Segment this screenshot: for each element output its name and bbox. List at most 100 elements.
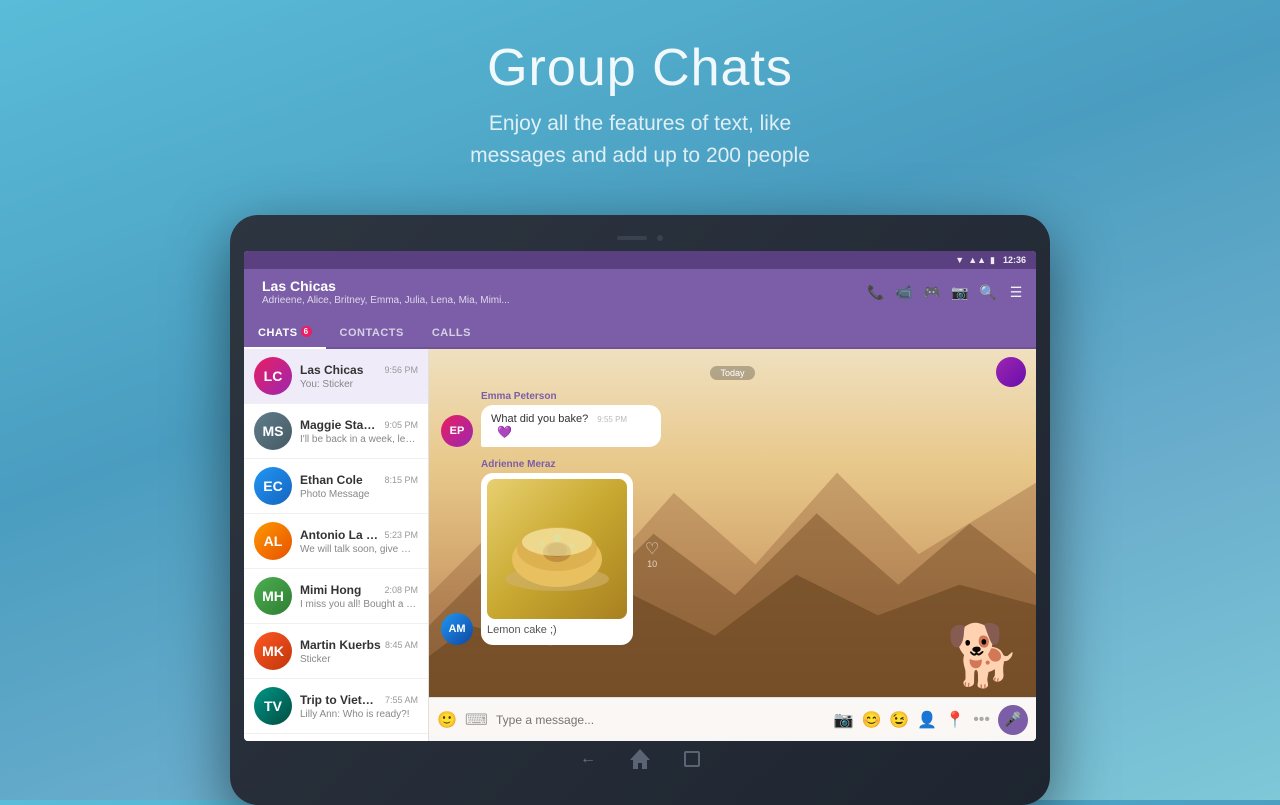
- like-counter: ♡ 10: [645, 539, 659, 645]
- game-icon[interactable]: 🎮: [922, 284, 942, 301]
- list-item[interactable]: MS Maggie Stanford 9:05 PM I'll be back …: [244, 404, 428, 459]
- list-item[interactable]: EC Ethan Cole 8:15 PM Photo Message: [244, 459, 428, 514]
- mic-button[interactable]: 🎤: [998, 705, 1028, 735]
- chat-members: Adrieene, Alice, Britney, Emma, Julia, L…: [262, 295, 858, 306]
- camera-icon[interactable]: 📷: [950, 284, 970, 301]
- avatar: LC: [254, 357, 292, 395]
- list-item[interactable]: MH Mimi Hong 2:08 PM I miss you all! Bou…: [244, 569, 428, 624]
- page-background: Group Chats Enjoy all the features of te…: [0, 0, 1280, 171]
- chat-info: Ethan Cole 8:15 PM Photo Message: [300, 473, 418, 500]
- video-icon[interactable]: 📹: [894, 284, 914, 301]
- chat-preview: Sticker: [300, 654, 418, 665]
- message-row: EP Emma Peterson What did you bake? 9:55…: [441, 391, 1024, 447]
- message-content: Adrienne Meraz: [481, 459, 633, 645]
- chat-header-info: Las Chicas Adrieene, Alice, Britney, Emm…: [254, 278, 866, 306]
- list-item[interactable]: MK Martin Kuerbs 8:45 AM Sticker: [244, 624, 428, 679]
- home-icon: [630, 749, 650, 769]
- chats-badge: 6: [301, 326, 312, 337]
- chat-name-label: Mimi Hong: [300, 583, 361, 597]
- tab-calls[interactable]: CALLS: [418, 321, 485, 347]
- list-item[interactable]: AL Antonio La Cava 5:23 PM We will talk …: [244, 514, 428, 569]
- tab-chats[interactable]: CHATS6: [244, 321, 326, 347]
- chat-preview: We will talk soon, give me 5 minutes.: [300, 544, 418, 555]
- emoji-icon[interactable]: 🙂: [437, 710, 457, 730]
- home-button[interactable]: [629, 748, 651, 770]
- chat-info: Trip to Vietnam 7:55 AM Lilly Ann: Who i…: [300, 693, 418, 720]
- chat-preview: I miss you all! Bought a ticket for next…: [300, 599, 418, 610]
- message-row: AM Adrienne Meraz: [441, 459, 1024, 645]
- chat-time: 8:45 AM: [385, 640, 418, 650]
- avatar: TV: [254, 687, 292, 725]
- message-time: 9:55 PM: [597, 415, 627, 424]
- app-header: Las Chicas Adrieene, Alice, Britney, Emm…: [244, 269, 1036, 315]
- message-avatar: AM: [441, 613, 473, 645]
- chat-name-label: Ethan Cole: [300, 473, 363, 487]
- chat-time: 9:56 PM: [384, 365, 418, 375]
- phone-icon[interactable]: 📞: [866, 284, 886, 301]
- page-header: Group Chats Enjoy all the features of te…: [0, 0, 1280, 171]
- chat-preview: Photo Message: [300, 489, 418, 500]
- today-badge: Today: [441, 363, 1024, 381]
- tablet-outer: ▼ ▲▲ ▮ 12:36 Las Chicas Adrieene, Alice,…: [230, 215, 1050, 805]
- image-caption: Lemon cake ;): [487, 619, 627, 639]
- chat-name-label: Maggie Stanford: [300, 418, 380, 432]
- tablet-bottom-nav: ←: [244, 741, 1036, 777]
- wink-icon[interactable]: 😉: [889, 710, 909, 730]
- recents-button[interactable]: [681, 748, 703, 770]
- list-item[interactable]: LC Las Chicas 9:56 PM You: Sticker: [244, 349, 428, 404]
- back-button[interactable]: ←: [577, 748, 599, 770]
- chat-time: 5:23 PM: [384, 530, 418, 540]
- chat-time: 2:08 PM: [384, 585, 418, 595]
- chat-preview: Lilly Ann: Who is ready?!: [300, 709, 418, 720]
- chat-time: 9:05 PM: [384, 420, 418, 430]
- list-item[interactable]: WY Wit-Ye Yesterday When do you guys arr…: [244, 734, 428, 741]
- signal-icon: ▲▲: [968, 255, 986, 265]
- avatar: EC: [254, 467, 292, 505]
- menu-icon[interactable]: ☰: [1006, 284, 1026, 301]
- message-sender: Emma Peterson: [481, 391, 661, 402]
- more-icon[interactable]: •••: [973, 711, 990, 729]
- avatar: MK: [254, 632, 292, 670]
- message-bubble: What did you bake? 9:55 PM 💜: [481, 405, 661, 447]
- chat-info: Martin Kuerbs 8:45 AM Sticker: [300, 638, 418, 665]
- message-content: Emma Peterson What did you bake? 9:55 PM…: [481, 391, 661, 447]
- message-avatar: EP: [441, 415, 473, 447]
- chat-info: Maggie Stanford 9:05 PM I'll be back in …: [300, 418, 418, 445]
- photo-icon[interactable]: 📷: [834, 710, 854, 730]
- chat-info: Antonio La Cava 5:23 PM We will talk soo…: [300, 528, 418, 555]
- chat-name-label: Las Chicas: [300, 363, 363, 377]
- chat-area: Today EP Emma Peterson What did you bake…: [429, 349, 1036, 741]
- chat-preview: I'll be back in a week, let's meet up th…: [300, 434, 418, 445]
- add-contact-icon[interactable]: 👤: [917, 710, 937, 730]
- search-icon[interactable]: 🔍: [978, 284, 998, 301]
- page-title: Group Chats: [0, 38, 1280, 98]
- page-subtitle: Enjoy all the features of text, like mes…: [0, 108, 1280, 171]
- chat-info: Mimi Hong 2:08 PM I miss you all! Bought…: [300, 583, 418, 610]
- input-bar: 🙂 ⌨ 📷 😊 😉 👤 📍 ••• 🎤: [429, 697, 1036, 741]
- avatar: AL: [254, 522, 292, 560]
- message-image-bubble: Lemon cake ;): [481, 473, 633, 645]
- location-icon[interactable]: 📍: [945, 710, 965, 730]
- chat-time: 7:55 AM: [385, 695, 418, 705]
- app-body: LC Las Chicas 9:56 PM You: Sticker MS: [244, 349, 1036, 741]
- header-icons: 📞 📹 🎮 📷 🔍 ☰: [866, 284, 1026, 301]
- tab-contacts[interactable]: CONTACTS: [326, 321, 418, 347]
- list-item[interactable]: TV Trip to Vietnam 7:55 AM Lilly Ann: Wh…: [244, 679, 428, 734]
- keyboard-icon[interactable]: ⌨: [465, 710, 488, 730]
- avatar: MS: [254, 412, 292, 450]
- app-tabs: CHATS6 CONTACTS CALLS: [244, 315, 1036, 349]
- chat-info: Las Chicas 9:56 PM You: Sticker: [300, 363, 418, 390]
- sticker-icon[interactable]: 😊: [862, 710, 882, 730]
- chat-list-sidebar: LC Las Chicas 9:56 PM You: Sticker MS: [244, 349, 429, 741]
- chat-preview: You: Sticker: [300, 379, 418, 390]
- tablet-screen: ▼ ▲▲ ▮ 12:36 Las Chicas Adrieene, Alice,…: [244, 251, 1036, 741]
- heart-icon: 💜: [497, 425, 512, 439]
- status-bar: ▼ ▲▲ ▮ 12:36: [244, 251, 1036, 269]
- chat-messages: Today EP Emma Peterson What did you bake…: [429, 349, 1036, 697]
- message-input[interactable]: [496, 713, 826, 727]
- camera-dot: [657, 235, 663, 241]
- chat-time: 8:15 PM: [384, 475, 418, 485]
- message-image: [487, 479, 627, 619]
- avatar: MH: [254, 577, 292, 615]
- tablet-device: ▼ ▲▲ ▮ 12:36 Las Chicas Adrieene, Alice,…: [230, 215, 1050, 805]
